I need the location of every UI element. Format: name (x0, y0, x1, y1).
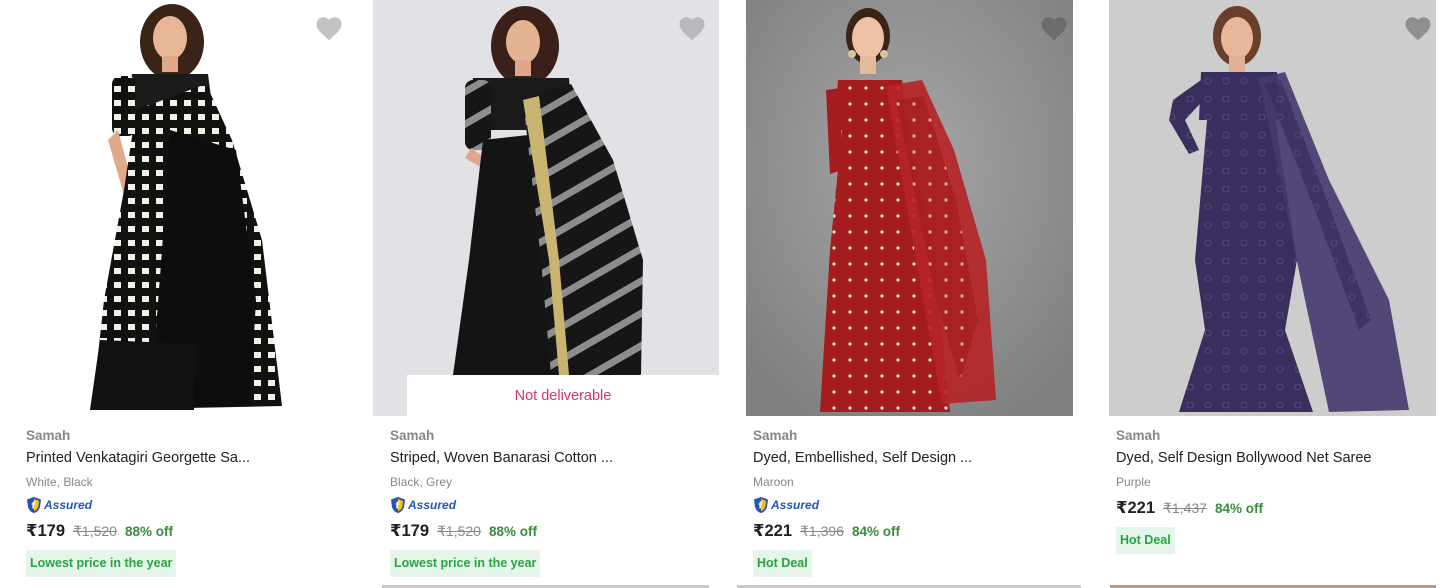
offer-tag: Hot Deal (753, 550, 812, 577)
original-price: ₹1,437 (1163, 499, 1207, 516)
product-brand: Samah (753, 428, 798, 443)
discount-label: 88% off (124, 523, 173, 539)
assured-badge: f Assured (753, 495, 1083, 515)
selling-price: ₹179 (26, 522, 66, 540)
product-image[interactable] (746, 0, 1073, 416)
product-info: Samah Printed Venkatagiri Georgette Sa..… (26, 426, 356, 577)
product-color: Purple (1116, 475, 1151, 489)
discount-label: 84% off (1214, 500, 1263, 516)
assured-shield-icon: f (754, 497, 768, 513)
saree-model-illustration (373, 0, 719, 416)
original-price: ₹1,520 (437, 522, 481, 539)
product-card[interactable]: Samah Printed Venkatagiri Georgette Sa..… (0, 0, 374, 588)
product-brand: Samah (390, 428, 435, 443)
price-row: ₹221 ₹1,396 84% off (753, 518, 1083, 544)
product-image[interactable] (0, 0, 374, 416)
product-color: Black, Grey (390, 475, 453, 489)
selling-price: ₹179 (390, 522, 430, 540)
wishlist-heart-icon[interactable] (314, 14, 344, 44)
svg-text:f: f (396, 502, 400, 512)
wishlist-heart-icon[interactable] (1403, 14, 1433, 44)
product-brand: Samah (26, 428, 71, 443)
assured-badge: f Assured (26, 495, 356, 515)
wishlist-heart-icon[interactable] (677, 14, 707, 44)
product-card[interactable]: Samah Dyed, Embellished, Self Design ...… (746, 0, 1083, 588)
assured-label: Assured (44, 498, 93, 512)
price-row: ₹179 ₹1,520 88% off (390, 518, 720, 544)
offer-tag: Lowest price in the year (26, 550, 177, 577)
saree-model-illustration (746, 0, 1073, 416)
product-image[interactable] (1109, 0, 1436, 416)
price-row: ₹179 ₹1,520 88% off (26, 518, 356, 544)
product-title[interactable]: Dyed, Self Design Bollywood Net Saree (1116, 447, 1446, 469)
assured-badge: f Assured (390, 495, 720, 515)
discount-label: 84% off (851, 523, 900, 539)
original-price: ₹1,520 (73, 522, 117, 539)
product-title[interactable]: Dyed, Embellished, Self Design ... (753, 447, 1083, 469)
offer-tag: Lowest price in the year (390, 550, 541, 577)
assured-label: Assured (771, 498, 820, 512)
not-deliverable-banner: Not deliverable (407, 375, 719, 416)
saree-model-illustration (1109, 0, 1436, 416)
discount-label: 88% off (488, 523, 537, 539)
saree-model-illustration (0, 0, 374, 416)
product-color: Maroon (753, 475, 794, 489)
svg-text:f: f (759, 502, 763, 512)
selling-price: ₹221 (1116, 499, 1156, 517)
assured-shield-icon: f (27, 497, 41, 513)
product-card[interactable]: Not deliverable Samah Striped, Woven Ban… (373, 0, 720, 588)
product-info: Samah Striped, Woven Banarasi Cotton ...… (390, 426, 720, 577)
product-card[interactable]: Samah Dyed, Self Design Bollywood Net Sa… (1109, 0, 1442, 588)
price-row: ₹221 ₹1,437 84% off (1116, 495, 1446, 521)
assured-shield-icon: f (391, 497, 405, 513)
product-brand: Samah (1116, 428, 1161, 443)
assured-label: Assured (408, 498, 457, 512)
product-title[interactable]: Striped, Woven Banarasi Cotton ... (390, 447, 720, 469)
product-color: White, Black (26, 475, 93, 489)
offer-tag: Hot Deal (1116, 527, 1175, 554)
original-price: ₹1,396 (800, 522, 844, 539)
product-grid: Samah Printed Venkatagiri Georgette Sa..… (0, 0, 1448, 588)
svg-text:f: f (32, 502, 36, 512)
product-info: Samah Dyed, Embellished, Self Design ...… (753, 426, 1083, 577)
wishlist-heart-icon[interactable] (1039, 14, 1069, 44)
product-info: Samah Dyed, Self Design Bollywood Net Sa… (1116, 426, 1446, 554)
product-title[interactable]: Printed Venkatagiri Georgette Sa... (26, 447, 356, 469)
selling-price: ₹221 (753, 522, 793, 540)
product-image[interactable] (373, 0, 719, 416)
